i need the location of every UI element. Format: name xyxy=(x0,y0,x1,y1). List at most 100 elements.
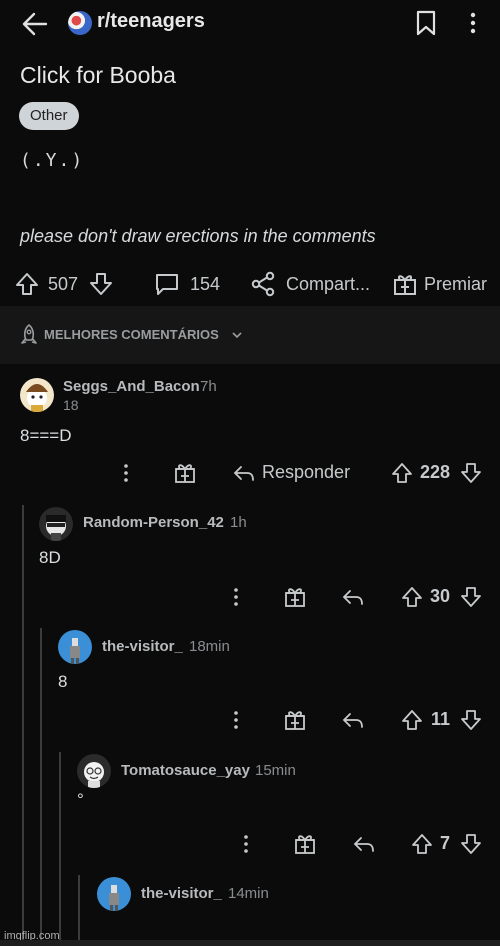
bookmark-button[interactable] xyxy=(415,10,437,36)
gift-icon xyxy=(392,271,418,297)
comment-more-button[interactable] xyxy=(224,585,248,609)
comment-time: 1h xyxy=(230,514,247,531)
downvote-icon xyxy=(88,271,114,297)
thread-line-2 xyxy=(40,628,42,946)
reply-icon xyxy=(353,837,374,852)
avatar[interactable] xyxy=(97,877,131,911)
comment-username[interactable]: Random-Person_42 xyxy=(83,514,224,531)
thread-line-4 xyxy=(78,875,80,946)
comment-text: ° xyxy=(77,790,84,809)
comment-time: 14min xyxy=(228,885,269,902)
post-comment-count: 154 xyxy=(190,273,221,294)
more-vertical-icon xyxy=(234,588,238,606)
comment-downvote-button[interactable] xyxy=(459,461,483,485)
share-icon xyxy=(250,271,276,297)
post-upvote-button[interactable] xyxy=(14,270,40,298)
comment-upvote-button[interactable] xyxy=(410,832,434,856)
gift-icon xyxy=(285,711,305,730)
more-vertical-icon xyxy=(124,464,128,482)
gift-icon xyxy=(285,588,305,607)
comment-username[interactable]: Tomatosauce_yay xyxy=(121,762,250,779)
bottom-edge xyxy=(0,940,500,946)
comment-text: 8 xyxy=(58,672,68,691)
comment-vote-count: 11 xyxy=(431,709,451,729)
post-flair[interactable]: Other xyxy=(19,102,79,130)
post-vote-count: 507 xyxy=(48,273,79,294)
sort-label: MELHORES COMENTÁRIOS xyxy=(44,327,219,342)
downvote-icon xyxy=(461,587,481,607)
comment-vote-count: 30 xyxy=(430,586,451,606)
upvote-icon xyxy=(412,834,432,854)
downvote-icon xyxy=(461,463,481,483)
comment-username[interactable]: the-visitor_ xyxy=(141,885,222,902)
comment-action-bar: 30 xyxy=(0,585,500,615)
more-vertical-icon xyxy=(244,835,248,853)
reply-icon xyxy=(233,466,254,481)
comment-downvote-button[interactable] xyxy=(459,832,483,856)
back-button[interactable] xyxy=(20,9,50,39)
gift-icon xyxy=(295,835,315,854)
comment-time: 15min xyxy=(255,762,296,779)
chevron-down-icon xyxy=(232,332,242,339)
comment-reply-button[interactable] xyxy=(341,708,365,732)
post-comments-button[interactable]: 154 xyxy=(154,270,220,298)
comment-reply-button[interactable] xyxy=(352,832,376,856)
comment-time: 7h xyxy=(200,378,217,395)
subreddit-avatar[interactable] xyxy=(68,11,92,35)
reply-label[interactable]: Responder xyxy=(262,462,350,483)
subreddit-name[interactable]: r/teenagers xyxy=(97,10,205,33)
bookmark-icon xyxy=(416,10,436,36)
post-award-label: Premiar xyxy=(424,273,488,294)
downvote-icon xyxy=(461,710,481,730)
comment-text: 8D xyxy=(39,548,61,567)
comment-downvote-button[interactable] xyxy=(459,585,483,609)
comment-text: 8===D xyxy=(20,426,72,445)
comment-more-button[interactable] xyxy=(224,708,248,732)
gift-icon xyxy=(175,464,195,483)
comment-sort-bar[interactable]: MELHORES COMENTÁRIOS xyxy=(0,306,500,364)
avatar[interactable] xyxy=(39,507,73,541)
more-options-button[interactable] xyxy=(466,10,480,36)
post-title: Click for Booba xyxy=(20,62,176,88)
top-bar: r/teenagers xyxy=(0,0,500,52)
comment-upvote-button[interactable] xyxy=(390,461,414,485)
post-downvote-button[interactable] xyxy=(88,270,114,298)
comment-more-button[interactable] xyxy=(114,461,138,485)
comment-more-button[interactable] xyxy=(234,832,258,856)
comment-username[interactable]: the-visitor_ xyxy=(102,638,183,655)
comment-action-bar: 11 xyxy=(0,708,500,738)
comment-icon xyxy=(154,271,180,297)
comment-action-bar: 7 xyxy=(0,832,500,862)
more-vertical-icon xyxy=(470,12,476,34)
comment-reply-button[interactable] xyxy=(341,585,365,609)
avatar[interactable] xyxy=(77,754,111,788)
comment-reply-button[interactable] xyxy=(232,461,256,485)
avatar[interactable] xyxy=(58,630,92,664)
post-action-bar: 507 154 Compart... Premiar xyxy=(0,262,500,306)
comment-upvote-button[interactable] xyxy=(400,585,424,609)
reply-icon xyxy=(342,590,363,605)
more-vertical-icon xyxy=(234,711,238,729)
upvote-icon xyxy=(14,271,40,297)
comment-vote-count: 228 xyxy=(420,462,451,482)
comment-downvote-button[interactable] xyxy=(459,708,483,732)
upvote-icon xyxy=(402,710,422,730)
comment-award-button[interactable] xyxy=(283,708,307,732)
post-award-button[interactable]: Premiar xyxy=(392,270,487,298)
upvote-icon xyxy=(392,463,412,483)
post-share-button[interactable]: Compart... xyxy=(250,270,370,298)
rocket-icon xyxy=(21,324,37,344)
comment-username[interactable]: Seggs_And_Bacon xyxy=(63,378,200,395)
comment-extra: 18 xyxy=(63,397,79,413)
comment-award-button[interactable] xyxy=(283,585,307,609)
comment-upvote-button[interactable] xyxy=(400,708,424,732)
post-note: please don't draw erections in the comme… xyxy=(20,226,376,246)
avatar[interactable] xyxy=(20,378,54,412)
downvote-icon xyxy=(461,834,481,854)
comment-vote-count: 7 xyxy=(440,833,451,853)
comment-award-button[interactable] xyxy=(293,832,317,856)
post-body: (.Y.) xyxy=(20,150,85,171)
comment-award-button[interactable] xyxy=(173,461,197,485)
upvote-icon xyxy=(402,587,422,607)
comment-time: 18min xyxy=(189,638,230,655)
